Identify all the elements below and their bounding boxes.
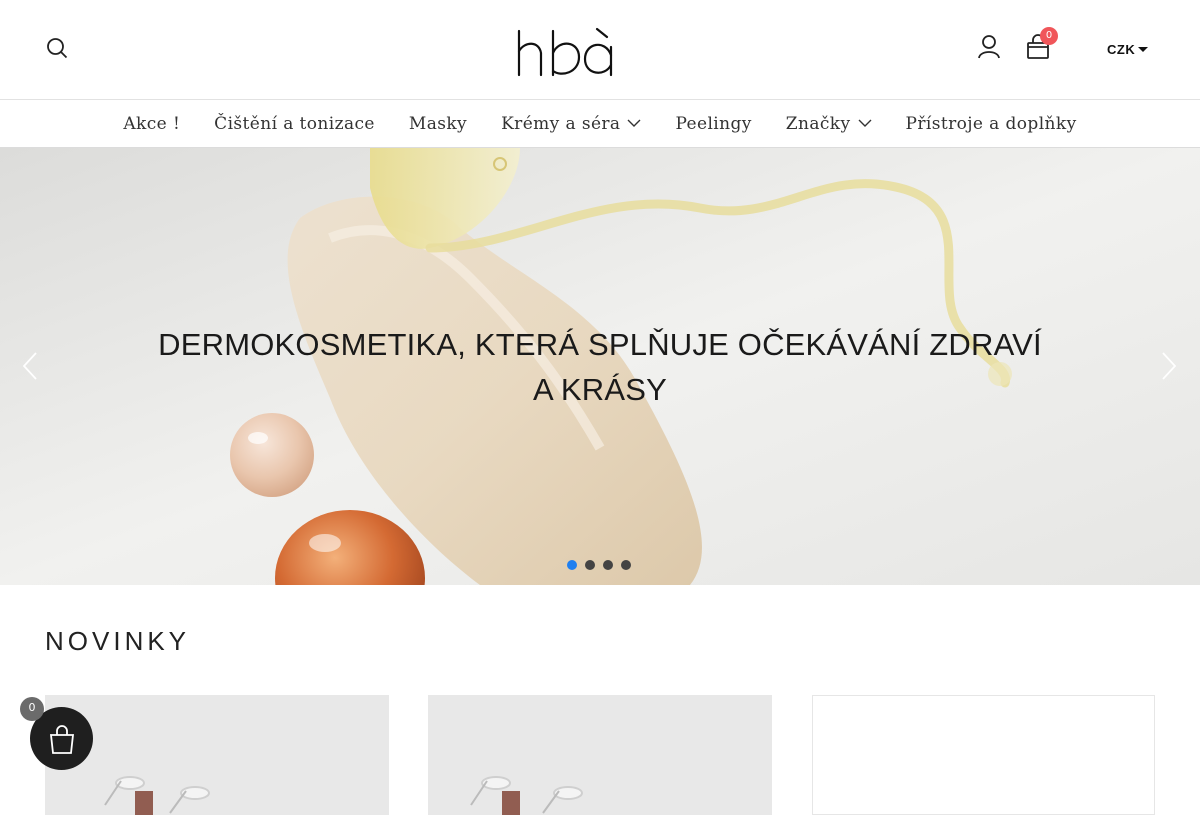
slider-dot[interactable] <box>603 560 613 570</box>
chevron-down-icon <box>627 119 641 127</box>
nav-item-pristroje[interactable]: Přístroje a doplňky <box>906 114 1077 134</box>
product-card[interactable] <box>428 695 772 815</box>
caret-down-icon <box>1138 46 1149 52</box>
user-icon[interactable] <box>977 34 1001 60</box>
nav-item-label: Akce ! <box>123 113 181 134</box>
product-card[interactable] <box>812 695 1155 815</box>
main-navigation: Akce ! Čištění a tonizace Masky Krémy a … <box>0 100 1200 148</box>
nav-item-label: Přístroje a doplňky <box>905 113 1077 134</box>
nav-item-label: Krémy a séra <box>501 113 621 134</box>
currency-label: CZK <box>1107 41 1136 57</box>
slider-dot[interactable] <box>567 560 577 570</box>
hero-title: DERMOKOSMETIKA, KTERÁ SPLŇUJE OČEKÁVÁNÍ … <box>158 327 1042 407</box>
nav-item-label: Značky <box>785 113 851 134</box>
nav-item-cisteni[interactable]: Čištění a tonizace <box>214 114 375 134</box>
nav-item-peelingy[interactable]: Peelingy <box>675 114 751 134</box>
currency-selector[interactable]: CZK <box>1107 40 1149 58</box>
nav-item-label: Peelingy <box>675 113 752 134</box>
slider-dot[interactable] <box>585 560 595 570</box>
search-icon[interactable] <box>45 36 69 60</box>
nav-item-masky[interactable]: Masky <box>409 114 467 134</box>
nav-item-akce[interactable]: Akce ! <box>123 114 180 134</box>
floating-cart-count: 0 <box>20 697 44 721</box>
product-image <box>104 776 210 815</box>
chevron-right-icon[interactable] <box>1157 351 1179 381</box>
nav-item-label: Masky <box>408 113 468 134</box>
slider-pagination <box>567 560 639 570</box>
section-title-novinky: NOVINKY <box>45 626 191 656</box>
site-logo[interactable] <box>515 25 617 81</box>
nav-item-znacky[interactable]: Značky <box>786 114 872 134</box>
site-header: 0 CZK <box>0 0 1200 100</box>
slider-dot[interactable] <box>621 560 631 570</box>
chevron-down-icon <box>858 119 872 127</box>
product-image <box>470 776 583 815</box>
cart-count-badge: 0 <box>1040 27 1058 45</box>
hero-slider: DERMOKOSMETIKA, KTERÁ SPLŇUJE OČEKÁVÁNÍ … <box>0 148 1200 585</box>
product-card[interactable] <box>45 695 389 815</box>
nav-item-label: Čištění a tonizace <box>214 113 375 134</box>
chevron-left-icon[interactable] <box>20 351 42 381</box>
nav-item-kremy[interactable]: Krémy a séra <box>501 114 641 134</box>
shopping-bag-icon <box>49 724 74 754</box>
